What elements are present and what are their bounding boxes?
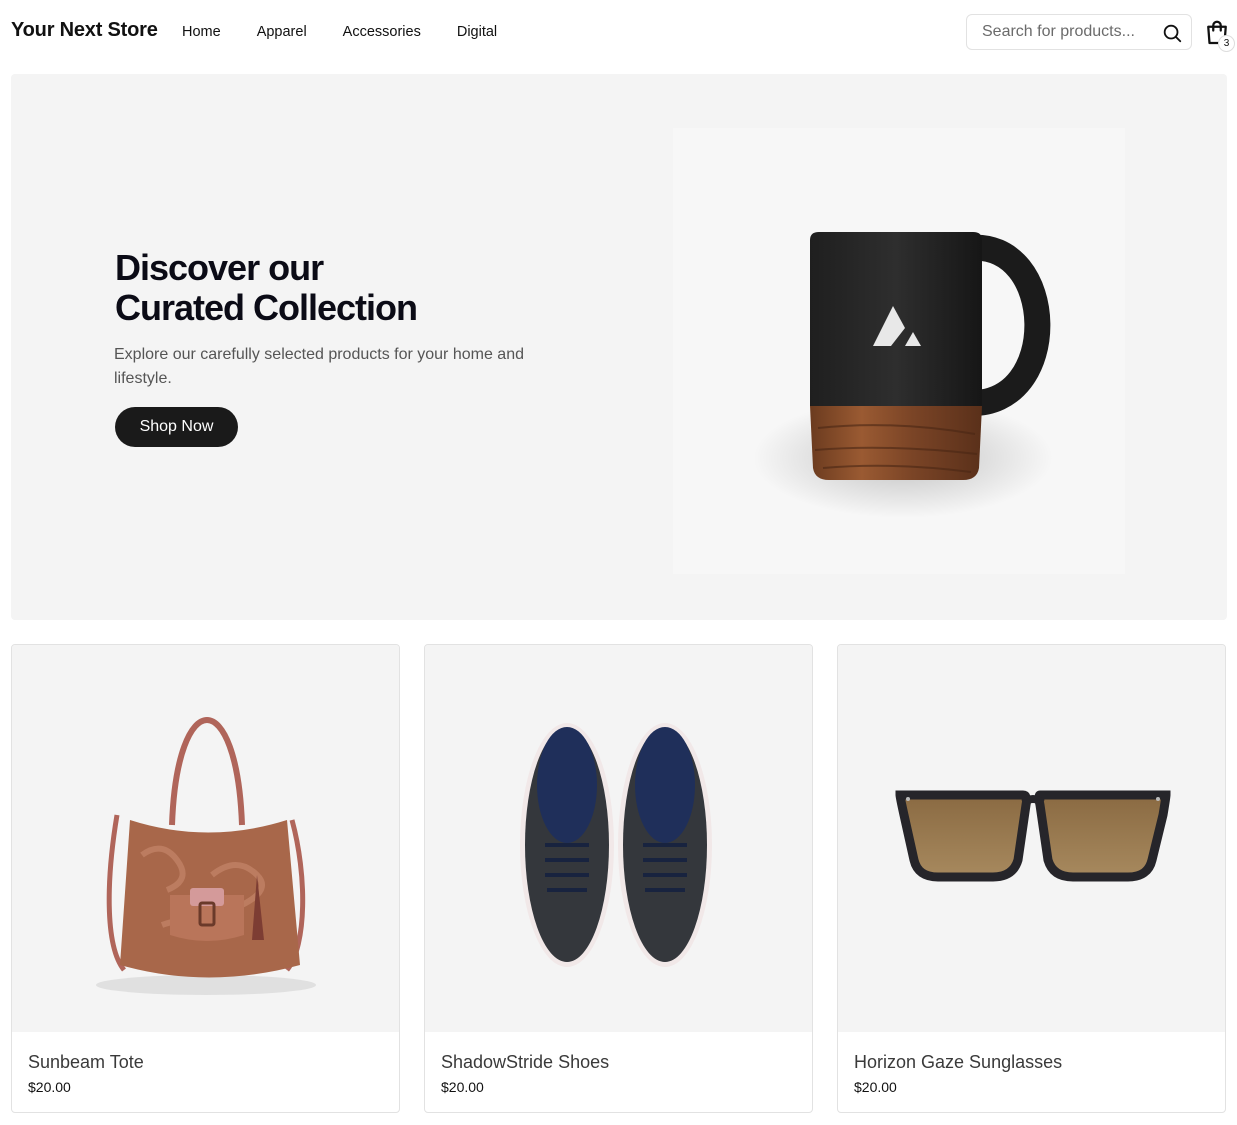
product-price: $20.00 <box>441 1079 484 1095</box>
nav-link-apparel[interactable]: Apparel <box>257 24 307 40</box>
hero-title: Discover our Curated Collection <box>115 248 515 328</box>
search-icon[interactable] <box>1161 22 1183 44</box>
site-header: Your Next Store Home Apparel Accessories… <box>0 0 1237 64</box>
product-name[interactable]: ShadowStride Shoes <box>441 1052 609 1073</box>
product-image-tote <box>12 645 399 1032</box>
hero-title-line2: Curated Collection <box>115 287 418 328</box>
nav-link-accessories[interactable]: Accessories <box>343 24 421 40</box>
hero-title-line1: Discover our <box>115 247 324 288</box>
shop-now-button[interactable]: Shop Now <box>115 407 238 447</box>
product-image-sunglasses <box>838 645 1225 1032</box>
main-nav: Home Apparel Accessories Digital <box>182 24 533 40</box>
product-name[interactable]: Sunbeam Tote <box>28 1052 144 1073</box>
store-logo-link[interactable]: Your Next Store <box>11 19 158 42</box>
product-price: $20.00 <box>854 1079 897 1095</box>
product-card[interactable]: ShadowStride Shoes $20.00 <box>424 644 813 1113</box>
product-card[interactable]: Sunbeam Tote $20.00 <box>11 644 400 1113</box>
nav-link-digital[interactable]: Digital <box>457 24 497 40</box>
hero-subtitle: Explore our carefully selected products … <box>114 346 524 387</box>
product-name[interactable]: Horizon Gaze Sunglasses <box>854 1052 1062 1073</box>
search-box <box>966 14 1192 50</box>
product-card[interactable]: Horizon Gaze Sunglasses $20.00 <box>837 644 1226 1113</box>
product-price: $20.00 <box>28 1079 71 1095</box>
cart-count-badge: 3 <box>1218 35 1235 52</box>
product-image-shoes <box>425 645 812 1032</box>
nav-link-home[interactable]: Home <box>182 24 221 40</box>
hero-banner: Discover our Curated Collection Explore … <box>11 74 1227 620</box>
search-input[interactable] <box>982 23 1152 41</box>
hero-mug-image <box>673 128 1125 574</box>
